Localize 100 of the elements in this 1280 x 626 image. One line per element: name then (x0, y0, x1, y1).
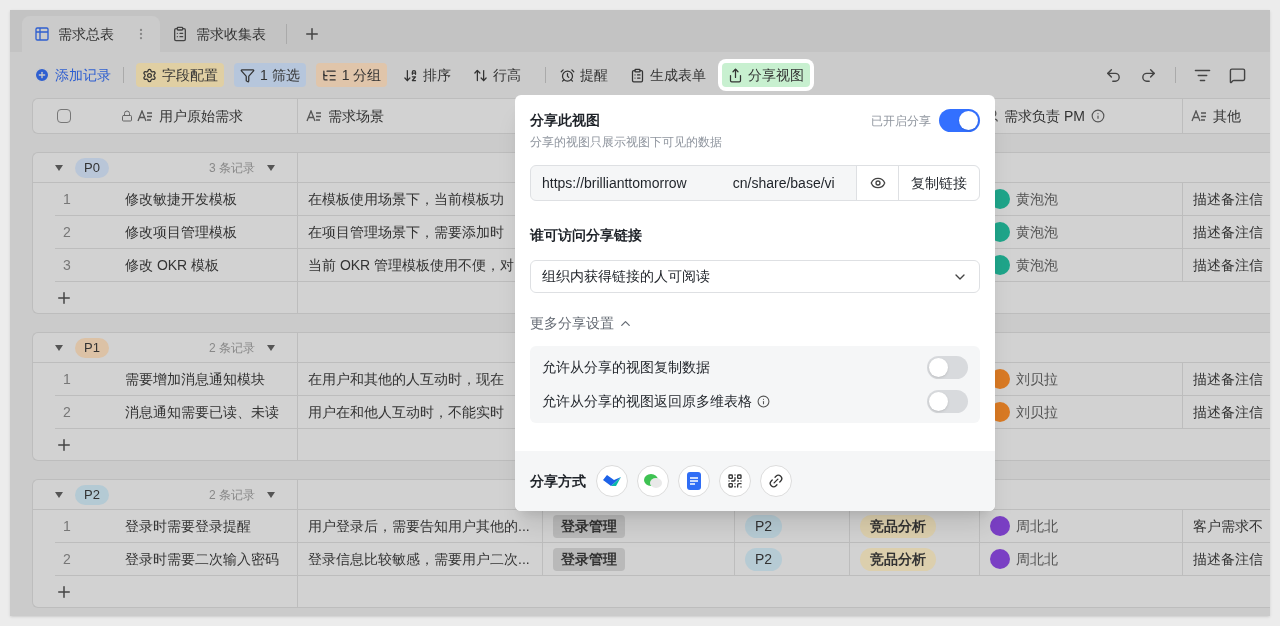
table-cell-text: 描述备注信 (1193, 549, 1263, 569)
table-icon (34, 26, 50, 42)
lock-icon (121, 110, 133, 122)
share-methods-label: 分享方式 (530, 471, 586, 491)
toolbar-button[interactable]: 1 筛选 (234, 63, 306, 87)
select-all-checkbox[interactable] (57, 109, 71, 123)
preview-button[interactable] (857, 166, 899, 200)
row-number: 3 (62, 255, 72, 275)
table-cell-text: 登录时需要登录提醒 (125, 516, 251, 536)
table-cell-text: 描述备注信 (1193, 369, 1263, 389)
share-status: 已开启分享 (871, 112, 931, 130)
share-toggle[interactable] (939, 109, 980, 132)
column-header[interactable]: 其他 (1213, 105, 1241, 127)
toolbar-button[interactable]: 提醒 (554, 63, 615, 87)
record-count: 3 条记录 (209, 159, 255, 177)
table-cell-text: 在模板使用场景下，当前模板功 (308, 189, 504, 209)
tab[interactable]: 需求收集表 (160, 16, 278, 52)
module-tag: 登录管理 (553, 514, 625, 538)
more-settings-toggle[interactable]: 更多分享设置 (530, 313, 633, 334)
table-cell-text: 需要增加消息通知模块 (125, 369, 265, 389)
access-select[interactable]: 组织内获得链接的人可阅读 (530, 260, 980, 293)
option-label: 允许从分享的视图返回原多维表格 (542, 392, 752, 411)
record-count: 2 条记录 (209, 339, 255, 357)
group-label: P0 (75, 157, 109, 178)
sort-icon (403, 67, 419, 83)
category-tag: 竞品分析 (860, 547, 936, 571)
comment-icon[interactable] (1229, 66, 1246, 84)
clipboard-icon (630, 67, 646, 83)
collapse-icon[interactable] (55, 491, 63, 498)
priority-tag: P2 (745, 547, 783, 571)
table-cell-text: 描述备注信 (1193, 189, 1263, 209)
toolbar-button[interactable]: 生成表单 (624, 63, 713, 87)
toolbar-button[interactable]: 排序 (397, 63, 458, 87)
text-field-icon (137, 110, 153, 122)
person-name: 黄泡泡 (1016, 222, 1058, 242)
collapse-icon[interactable] (55, 344, 63, 351)
plus-icon (34, 67, 50, 83)
collapse-icon[interactable] (267, 164, 275, 171)
column-header[interactable]: 需求负责 PM (1004, 105, 1085, 127)
section-title: 谁可访问分享链接 (530, 226, 643, 245)
column-header[interactable]: 用户原始需求 (159, 105, 243, 127)
text-field-icon (1191, 110, 1207, 122)
row-number: 1 (62, 369, 72, 389)
option-label: 允许从分享的视图复制数据 (542, 358, 710, 377)
table-cell-text: 修改敏捷开发模板 (125, 189, 237, 209)
module-tag: 登录管理 (553, 547, 625, 571)
priority-tag: P2 (745, 514, 783, 538)
category-tag: 竞品分析 (860, 514, 936, 538)
add-record-button[interactable]: 添加记录 (34, 64, 111, 86)
row-number: 2 (62, 222, 72, 242)
collapse-icon[interactable] (267, 344, 275, 351)
group-label: P1 (75, 337, 109, 358)
eye-icon (869, 175, 886, 191)
table-cell-text: 描述备注信 (1193, 255, 1263, 275)
table-cell-text: 描述备注信 (1193, 402, 1263, 422)
table-cell-text: 用户登录后，需要告知用户其他的... (308, 516, 530, 536)
undo-icon[interactable] (1105, 66, 1122, 84)
table-cell-text: 描述备注信 (1193, 222, 1263, 242)
toolbar-button[interactable]: 字段配置 (136, 63, 224, 87)
table-cell-text: 在项目管理场景下，需要添加时 (308, 222, 504, 242)
person-name: 黄泡泡 (1016, 255, 1058, 275)
person-name: 刘贝拉 (1016, 369, 1058, 389)
person-name: 周北北 (1016, 549, 1058, 569)
list-icon (321, 67, 337, 83)
table-cell-text: 当前 OKR 管理模板使用不便，对 (308, 255, 515, 275)
copy-link-button[interactable]: 复制链接 (899, 166, 979, 200)
toolbar-button[interactable]: 1 分组 (315, 63, 388, 87)
gear-icon (142, 67, 157, 83)
table-cell-text: 客户需求不 (1193, 516, 1263, 536)
filter-icon (240, 67, 255, 83)
person-name: 刘贝拉 (1016, 402, 1058, 422)
record-count: 2 条记录 (209, 486, 255, 504)
info-icon[interactable] (757, 395, 770, 408)
column-header[interactable]: 需求场景 (328, 105, 384, 127)
table-cell-text: 在用户和其他的人互动时，现在 (308, 369, 504, 389)
row-number: 2 (62, 402, 72, 422)
table-cell-text: 登录时需要二次输入密码 (125, 549, 279, 569)
document-icon[interactable] (678, 465, 710, 497)
row-number: 2 (62, 549, 72, 569)
form-icon (172, 26, 188, 42)
collapse-icon[interactable] (267, 491, 275, 498)
add-tab-icon[interactable] (303, 25, 321, 43)
tab[interactable]: 需求总表 (22, 16, 160, 52)
info-icon[interactable] (1090, 109, 1105, 123)
person-name: 黄泡泡 (1016, 189, 1058, 209)
text-field-icon (306, 110, 322, 122)
collapse-icon[interactable] (55, 164, 63, 171)
table-cell-text: 修改项目管理模板 (125, 222, 237, 242)
group-label: P2 (75, 484, 109, 505)
link-icon[interactable] (760, 465, 792, 497)
qr-code-icon[interactable] (719, 465, 751, 497)
option-toggle[interactable] (927, 356, 968, 379)
redo-icon[interactable] (1140, 66, 1157, 84)
option-toggle[interactable] (927, 390, 968, 413)
toolbar-button[interactable]: 行高 (467, 63, 528, 87)
person-name: 周北北 (1016, 516, 1058, 536)
bird-app-icon[interactable] (596, 465, 628, 497)
row-number: 1 (62, 516, 72, 536)
popover-subtitle: 分享的视图只展示视图下可见的数据 (530, 134, 723, 151)
table-cell-text: 登录信息比较敏感，需要用户二次... (308, 549, 530, 569)
